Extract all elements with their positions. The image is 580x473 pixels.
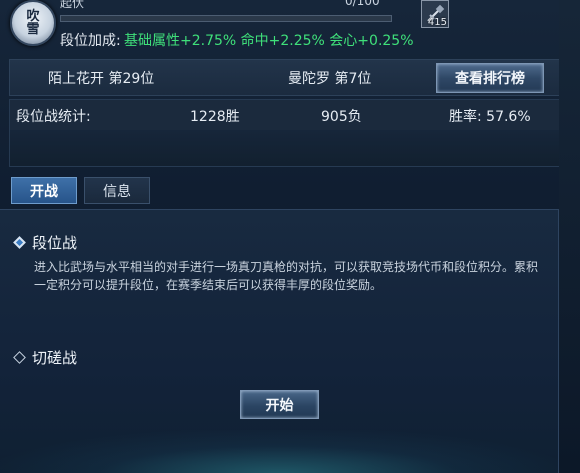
mode-option-ranked[interactable]: 段位战 (12, 232, 77, 253)
ranking-player-one: 陌上花开 第29位 (48, 71, 155, 87)
bonus-value: 基础属性+2.75% 命中+2.25% 会心+0.25% (124, 33, 414, 49)
item-slot[interactable]: 415 (421, 0, 449, 28)
rank-title: 起伏 (60, 0, 85, 10)
mode-spar-label: 切磋战 (32, 349, 78, 367)
stats-losses: 905负 (321, 109, 362, 125)
avatar-char-2: 雪 (26, 22, 40, 37)
exp-progress-bar (60, 15, 392, 22)
stats-bar: 段位战统计: 1228胜 905负 胜率: 57.6% (9, 99, 560, 131)
diamond-selected-icon (13, 236, 26, 249)
diamond-unselected-icon (13, 351, 26, 364)
tab-battle[interactable]: 开战 (11, 177, 77, 204)
mode-ranked-label: 段位战 (32, 234, 78, 252)
ranking-player-two: 曼陀罗 第7位 (288, 71, 372, 87)
item-count: 415 (427, 17, 447, 28)
side-strip (559, 0, 580, 473)
view-leaderboard-button[interactable]: 查看排行榜 (436, 63, 544, 93)
mode-content: 段位战 进入比武场与水平相当的对手进行一场真刀真枪的对抗，可以获取竞技场代币和段… (0, 209, 559, 473)
arena-panel: 吹 雪 起伏 0/100 415 段位加成: 基础属性+2.75% 命中+2.2… (0, 0, 580, 473)
exp-text: 0/100 (345, 0, 380, 8)
stats-panel-footer (9, 130, 560, 167)
start-button[interactable]: 开始 (240, 390, 319, 419)
ranking-box: 陌上花开 第29位 曼陀罗 第7位 查看排行榜 (9, 59, 560, 96)
stats-label: 段位战统计: (16, 109, 91, 125)
mode-ranked-description: 进入比武场与水平相当的对手进行一场真刀真枪的对抗，可以获取竞技场代币和段位积分。… (34, 260, 539, 292)
rank-avatar: 吹 雪 (10, 0, 56, 46)
tab-info[interactable]: 信息 (84, 177, 150, 204)
stats-wins: 1228胜 (190, 109, 240, 125)
mode-option-spar[interactable]: 切磋战 (12, 347, 77, 368)
bottom-glow (0, 430, 558, 473)
stats-win-rate: 胜率: 57.6% (449, 109, 531, 125)
bonus-label: 段位加成: (60, 33, 121, 49)
